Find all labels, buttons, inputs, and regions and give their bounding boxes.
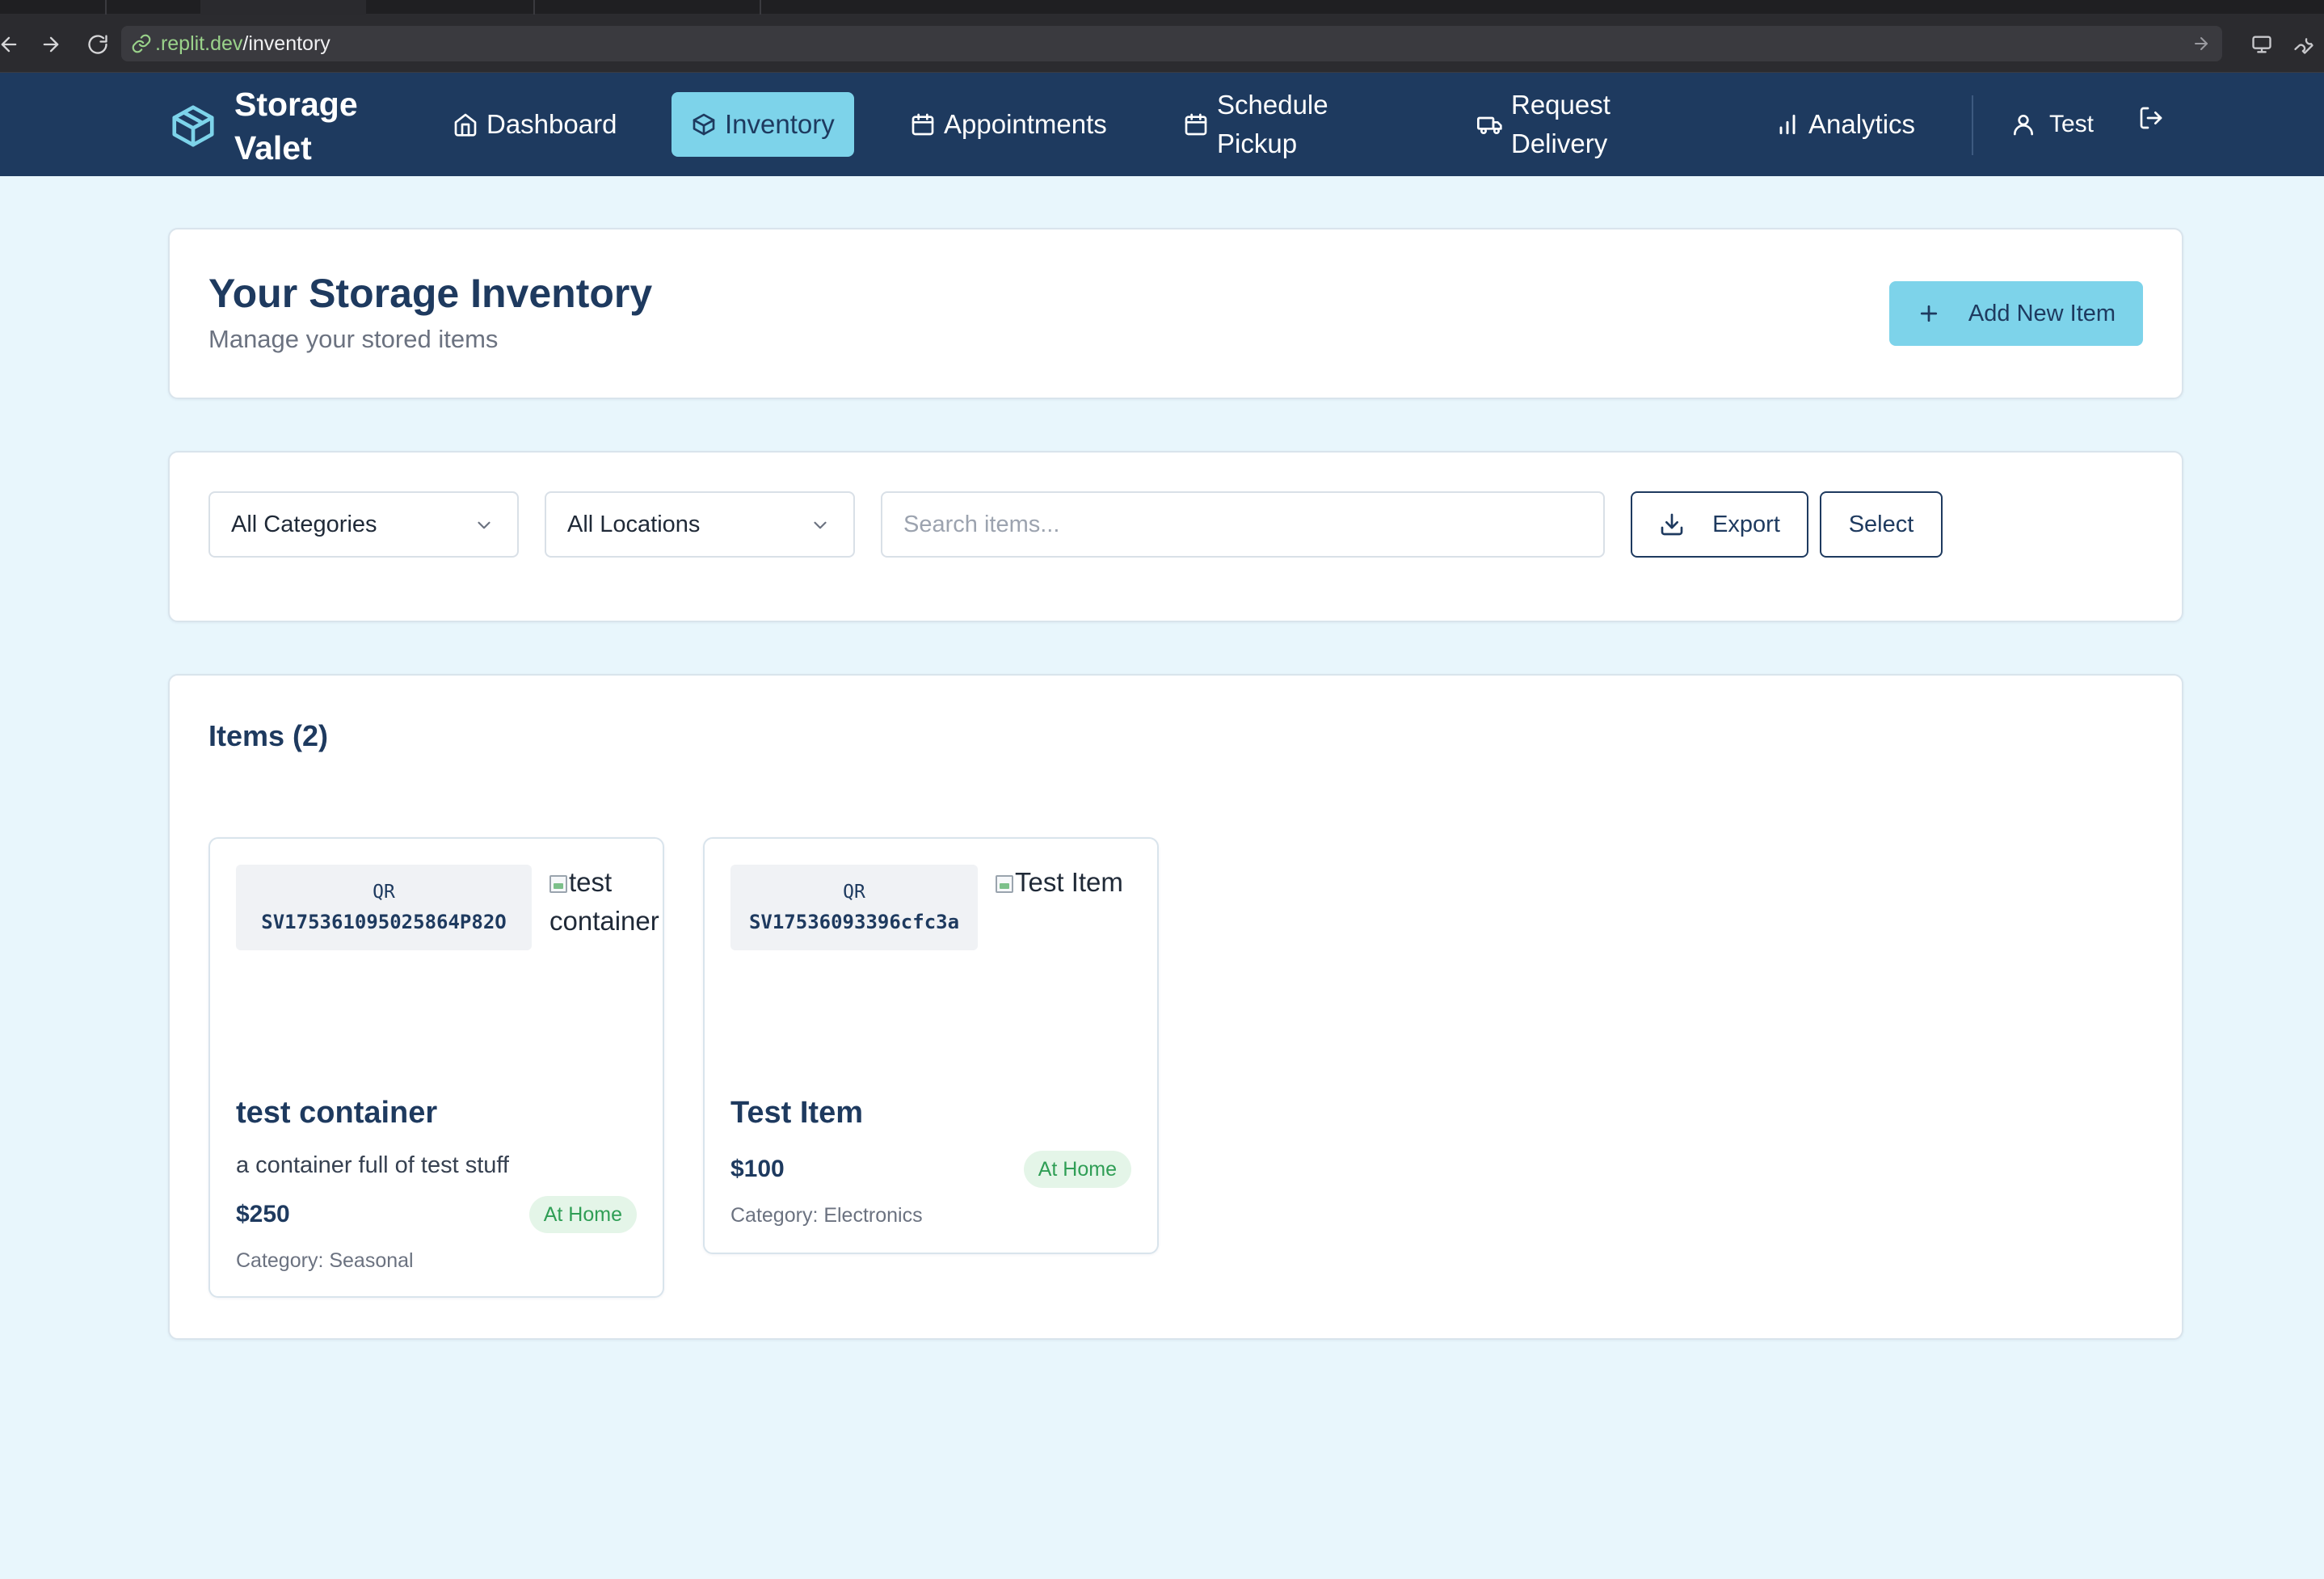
nav-inventory-label: Inventory	[725, 109, 835, 139]
tab-separator	[533, 0, 535, 15]
calendar-icon	[1185, 113, 1207, 136]
browser-tab-strip	[0, 0, 2324, 15]
bar-chart-icon	[1779, 114, 1796, 135]
url-bar[interactable]: .replit.dev/inventory	[121, 26, 2222, 61]
item-card[interactable]: QR SV17536093396cfc3a Test Item Test Ite…	[703, 837, 1159, 1254]
page-header-card: Your Storage Inventory Manage your store…	[168, 228, 2183, 399]
user-icon	[2014, 115, 2033, 136]
item-name: test container	[236, 1096, 438, 1130]
nav-inventory[interactable]: Inventory	[672, 92, 854, 157]
item-description: a container full of test stuff	[236, 1152, 509, 1178]
back-button[interactable]	[0, 31, 23, 58]
nav-dashboard[interactable]: Dashboard	[453, 105, 617, 144]
item-image: Test Item	[996, 863, 1157, 902]
location-select-value: All Locations	[567, 511, 701, 537]
app-header: Storage Valet Dashboard Inventory Appoin…	[0, 73, 2324, 176]
add-new-item-button[interactable]: Add New Item	[1889, 281, 2143, 346]
download-icon	[1661, 513, 1683, 536]
nav-analytics-label: Analytics	[1808, 109, 1916, 139]
qr-label: QR	[843, 882, 865, 903]
url-host: .replit.dev	[155, 32, 243, 55]
item-name: Test Item	[730, 1096, 864, 1130]
broken-image-icon	[996, 875, 1013, 893]
item-image: test container	[549, 863, 663, 941]
brand-name: Storage Valet	[234, 86, 358, 166]
go-arrow-icon[interactable]	[2191, 34, 2211, 53]
nav-analytics[interactable]: Analytics	[1775, 105, 1915, 144]
brand[interactable]: Storage Valet	[168, 82, 372, 170]
tab-separator	[760, 0, 761, 15]
package-logo-icon	[172, 105, 214, 147]
arrow-right-icon	[43, 36, 59, 53]
status-badge: At Home	[528, 1196, 637, 1233]
search-input[interactable]	[881, 491, 1605, 558]
forward-button[interactable]	[37, 31, 65, 58]
url-path: /inventory	[242, 32, 330, 55]
filters-card: All Categories All Locations Export Sele…	[168, 451, 2183, 622]
tab-separator	[105, 0, 107, 15]
package-icon	[693, 113, 715, 136]
monitor-icon	[2252, 36, 2271, 53]
page-title: Your Storage Inventory	[208, 271, 653, 316]
category-select-value: All Categories	[231, 511, 377, 537]
nav-schedule-pickup-label: Schedule Pickup	[1217, 90, 1328, 158]
nav-dashboard-label: Dashboard	[486, 109, 617, 139]
status-badge: At Home	[1023, 1151, 1131, 1188]
link-icon	[132, 34, 151, 53]
item-price: $100	[730, 1156, 785, 1182]
user-menu[interactable]: Test	[2010, 105, 2094, 144]
qr-code-box: QR SV17536093396cfc3a	[730, 865, 978, 950]
qr-code: SV17536093396cfc3a	[748, 911, 960, 933]
devtools-button[interactable]	[2290, 31, 2318, 58]
home-icon	[454, 113, 477, 137]
truck-icon	[1477, 116, 1502, 134]
nav-appointments[interactable]: Appointments	[910, 105, 1107, 144]
category-select[interactable]: All Categories	[208, 491, 519, 558]
arrow-left-icon	[1, 36, 17, 53]
nav-appointments-label: Appointments	[944, 109, 1107, 139]
item-category: Category: Electronics	[730, 1204, 923, 1227]
chevron-down-icon	[814, 521, 827, 529]
screen-cast-button[interactable]	[2248, 31, 2276, 58]
user-name: Test	[2049, 111, 2095, 137]
reload-icon	[88, 35, 107, 54]
item-image-alt: Test Item	[1015, 867, 1123, 897]
item-price: $250	[236, 1201, 290, 1227]
qr-code: SV175361095025864P82O	[261, 911, 507, 933]
nav-request-delivery[interactable]: Request Delivery	[1477, 86, 1632, 163]
item-card[interactable]: QR SV175361095025864P82O test container …	[208, 837, 664, 1298]
item-category: Category: Seasonal	[236, 1249, 414, 1272]
select-button[interactable]: Select	[1820, 491, 1943, 558]
qr-code-box: QR SV175361095025864P82O	[236, 865, 532, 950]
export-label: Export	[1712, 511, 1780, 537]
logout-button[interactable]	[2138, 105, 2172, 131]
select-label: Select	[1848, 511, 1914, 537]
browser-tab-active[interactable]	[200, 0, 366, 15]
broken-image-icon	[549, 875, 567, 893]
nav-request-delivery-label: Request Delivery	[1511, 90, 1610, 158]
page-subtitle: Manage your stored items	[208, 325, 499, 353]
browser-toolbar: .replit.dev/inventory	[0, 15, 2324, 73]
logout-icon	[2140, 107, 2162, 129]
header-divider	[1972, 95, 1973, 155]
location-select[interactable]: All Locations	[545, 491, 855, 558]
nav-schedule-pickup[interactable]: Schedule Pickup	[1183, 86, 1370, 163]
export-button[interactable]: Export	[1631, 491, 1808, 558]
reload-button[interactable]	[84, 31, 112, 58]
wrench-icon	[2294, 38, 2313, 54]
items-card: Items (2) QR SV175361095025864P82O test …	[168, 674, 2183, 1340]
chevron-down-icon	[478, 521, 490, 529]
add-new-item-label: Add New Item	[1968, 300, 2116, 326]
plus-icon	[1920, 305, 1938, 322]
calendar-icon	[911, 113, 934, 136]
qr-label: QR	[373, 882, 395, 903]
items-title: Items (2)	[208, 719, 329, 752]
